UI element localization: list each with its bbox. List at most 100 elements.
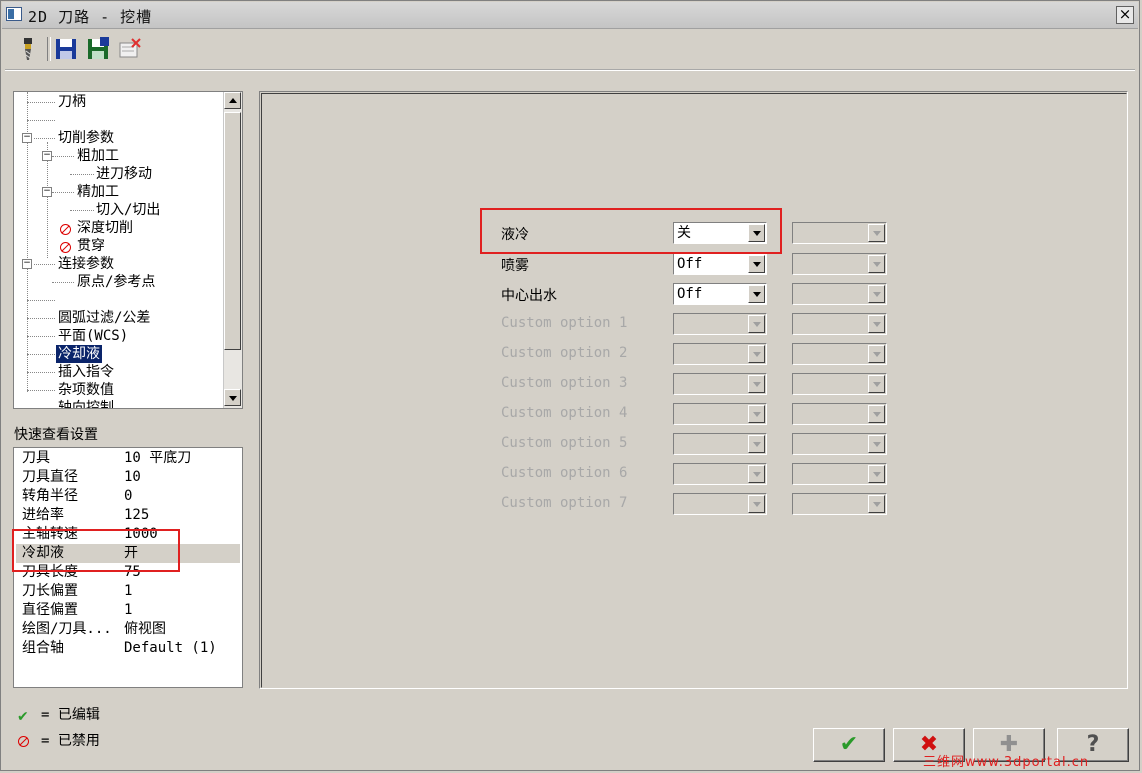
close-button[interactable]: × xyxy=(1116,6,1134,24)
dropdown-arrow-icon xyxy=(868,435,885,453)
save-as-icon[interactable] xyxy=(85,36,111,62)
flood-secondary-select xyxy=(792,222,887,244)
app-icon xyxy=(6,7,22,21)
tool-icon[interactable] xyxy=(15,36,41,62)
quick-view-row: 组合轴 Default (1) xyxy=(16,639,240,658)
tree-connector xyxy=(27,336,55,337)
quick-view-value: 0 xyxy=(124,488,133,504)
custom-3-select xyxy=(673,373,767,395)
option-label-mist: 喷雾 xyxy=(501,258,529,274)
quick-view-key: 刀具直径 xyxy=(22,469,78,485)
dropdown-arrow-icon[interactable] xyxy=(748,285,765,303)
scroll-up-button[interactable] xyxy=(224,92,241,109)
scroll-thumb[interactable] xyxy=(224,112,241,350)
collapse-icon[interactable]: − xyxy=(22,133,32,143)
save-icon[interactable] xyxy=(53,36,79,62)
dropdown-arrow-icon[interactable] xyxy=(748,255,765,273)
scroll-down-button[interactable] xyxy=(224,389,241,406)
dropdown-arrow-icon xyxy=(868,224,885,242)
legend-edited-label: = 已编辑 xyxy=(41,707,100,723)
tree-connector xyxy=(27,354,55,355)
collapse-icon[interactable]: − xyxy=(42,151,52,161)
tree-connector xyxy=(27,390,55,391)
dropdown-arrow-icon xyxy=(868,285,885,303)
custom-5-secondary-select xyxy=(792,433,887,455)
option-label-custom-5: Custom option 5 xyxy=(501,435,628,451)
legend-disabled-label: = 已禁用 xyxy=(41,733,100,749)
tree-item-coolant[interactable]: 冷却液 xyxy=(56,345,102,363)
thru-tool-select[interactable]: Off xyxy=(673,283,767,305)
quick-view-row: 转角半径 0 xyxy=(16,487,240,506)
dropdown-arrow-icon xyxy=(748,315,765,333)
tree-item-roughing[interactable]: 粗加工 xyxy=(77,147,119,165)
tree-item-arc-filter[interactable]: 圆弧过滤/公差 xyxy=(58,309,150,327)
tree-item-cut-params[interactable]: 切削参数 xyxy=(58,129,114,147)
tree-connector xyxy=(27,102,55,103)
quick-view-value: Default (1) xyxy=(124,640,217,656)
delete-icon[interactable] xyxy=(117,36,143,62)
tree-item-linking-params[interactable]: 连接参数 xyxy=(58,255,114,273)
collapse-icon[interactable]: − xyxy=(42,187,52,197)
disabled-icon xyxy=(18,736,29,747)
tree-item-axis-control[interactable]: 轴向控制 xyxy=(58,399,114,408)
thru-tool-secondary-select xyxy=(792,283,887,305)
mist-select[interactable]: Off xyxy=(673,253,767,275)
tree-connector xyxy=(34,264,55,265)
quick-view-row: 刀具直径 10 xyxy=(16,468,240,487)
ok-check-icon: ✔ xyxy=(839,732,859,757)
dropdown-arrow-icon xyxy=(748,345,765,363)
tree-item-misc-values[interactable]: 杂项数值 xyxy=(58,381,114,399)
tree-scrollbar[interactable] xyxy=(223,92,242,408)
quick-view-value: 1 xyxy=(124,602,133,618)
toolbar-divider xyxy=(5,69,1135,71)
tree-item-finishing[interactable]: 精加工 xyxy=(77,183,119,201)
ok-button[interactable]: ✔ xyxy=(813,728,885,762)
quick-view-value: 125 xyxy=(124,507,150,523)
custom-2-secondary-select xyxy=(792,343,887,365)
option-label-thru-tool: 中心出水 xyxy=(501,288,557,304)
quick-view-row: 绘图/刀具... 俯视图 xyxy=(16,620,240,639)
custom-3-secondary-select xyxy=(792,373,887,395)
custom-6-secondary-select xyxy=(792,463,887,485)
tree-connector xyxy=(27,318,55,319)
quick-view-key: 进给率 xyxy=(22,507,64,523)
option-label-custom-6: Custom option 6 xyxy=(501,465,628,481)
tree-item-lead-in-out[interactable]: 切入/切出 xyxy=(96,201,160,219)
dropdown-arrow-icon xyxy=(748,495,765,513)
tree-item-canned-text[interactable]: 插入指令 xyxy=(58,363,114,381)
tree-item-depth-cuts[interactable]: 深度切削 xyxy=(77,219,133,237)
parameter-tree[interactable]: − − − − 刀柄 切削参数 粗加工 进刀移动 精加工 切入/切出 深度切削 … xyxy=(13,91,243,409)
tree-connector xyxy=(52,282,74,283)
collapse-icon[interactable]: − xyxy=(22,259,32,269)
disabled-icon xyxy=(60,242,71,253)
custom-7-secondary-select xyxy=(792,493,887,515)
dropdown-arrow-icon xyxy=(868,315,885,333)
watermark: 三维网www.3dportal.cn xyxy=(923,755,1090,770)
tree-connector xyxy=(34,138,55,139)
tree-item-home-ref-points[interactable]: 原点/参考点 xyxy=(77,273,155,291)
custom-2-select xyxy=(673,343,767,365)
dropdown-arrow-icon xyxy=(748,405,765,423)
tree-item-break-through[interactable]: 贯穿 xyxy=(77,237,105,255)
dropdown-arrow-icon xyxy=(748,465,765,483)
tree-item-tool-holder[interactable]: 刀柄 xyxy=(58,93,86,111)
dropdown-arrow-icon xyxy=(868,405,885,423)
dropdown-arrow-icon xyxy=(748,435,765,453)
tree-connector xyxy=(27,300,55,301)
quick-view-row: 刀长偏置 1 xyxy=(16,582,240,601)
quick-view-value: 俯视图 xyxy=(124,621,166,637)
tree-item-entry-motion[interactable]: 进刀移动 xyxy=(96,165,152,183)
tree-item-planes-wcs[interactable]: 平面(WCS) xyxy=(58,327,128,345)
custom-7-select xyxy=(673,493,767,515)
quick-view-key: 转角半径 xyxy=(22,488,78,504)
dialog-window: 2D 刀路 - 挖槽 × − − − − 刀柄 切削参数 粗加工 进刀移动 精加… xyxy=(0,0,1140,771)
option-label-custom-2: Custom option 2 xyxy=(501,345,628,361)
dropdown-arrow-icon xyxy=(868,495,885,513)
dropdown-arrow-icon xyxy=(868,345,885,363)
dropdown-arrow-icon xyxy=(748,375,765,393)
select-value: Off xyxy=(677,256,703,272)
highlight-box xyxy=(480,208,782,254)
toolbar xyxy=(9,33,1131,65)
edited-check-icon: ✔ xyxy=(17,709,29,725)
quick-view-value: 1 xyxy=(124,583,133,599)
